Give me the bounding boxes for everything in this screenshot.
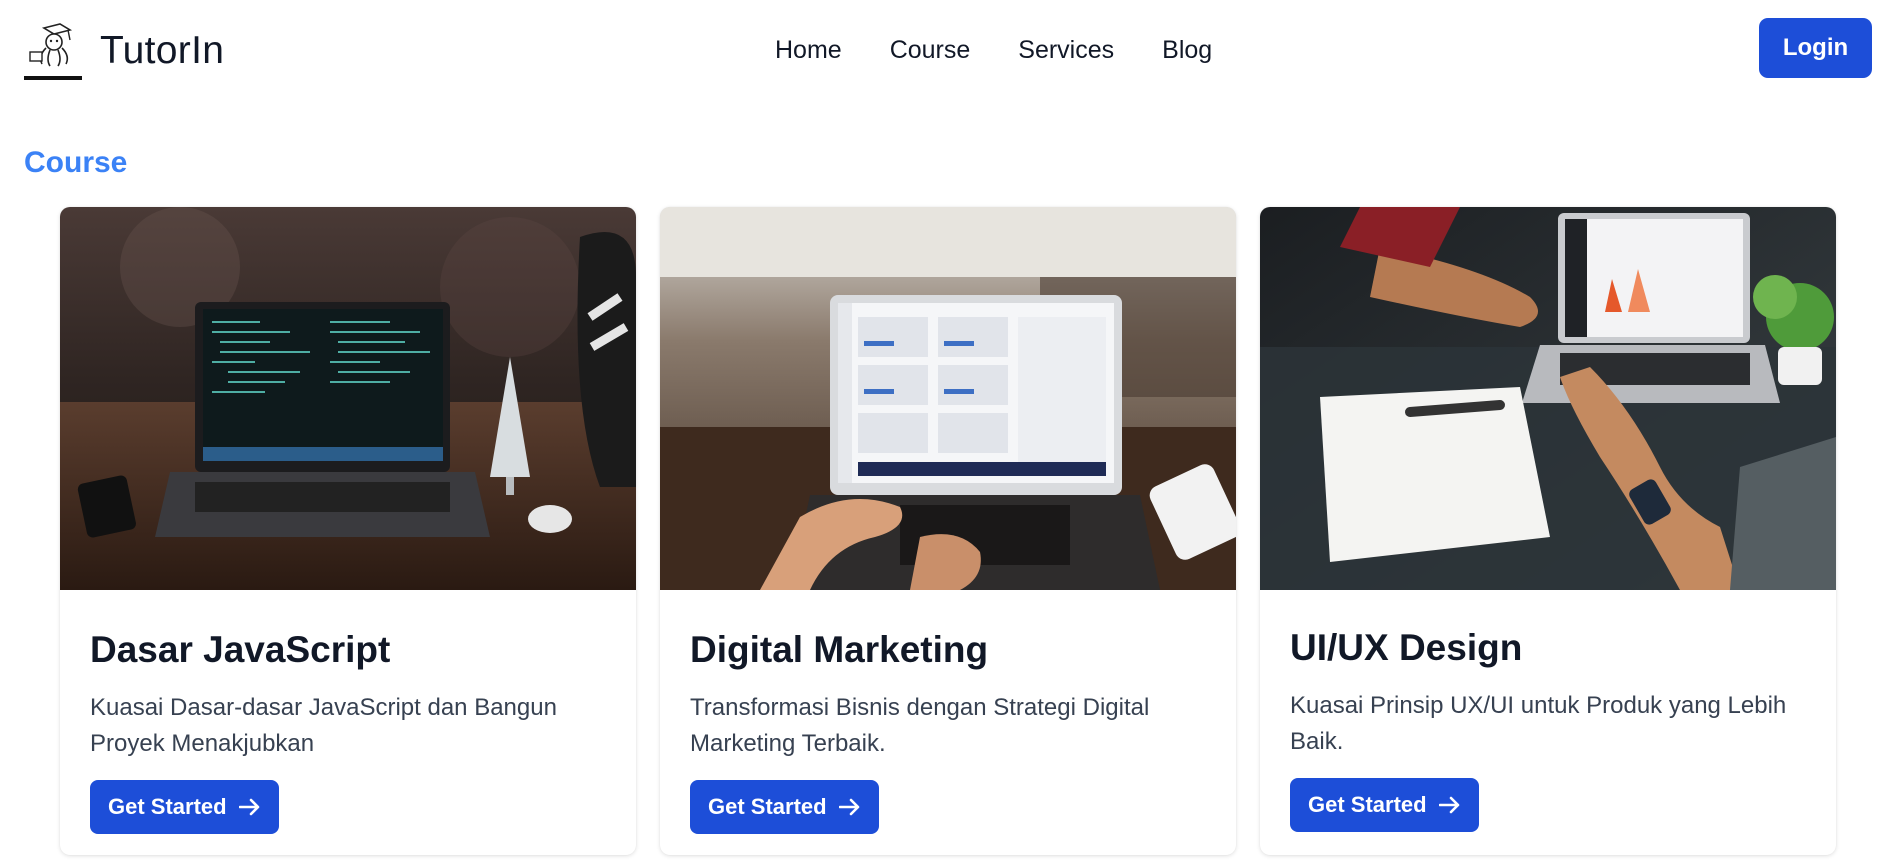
section-title: Course (24, 146, 128, 179)
navbar: TutorIn Home Course Services Blog Login (0, 0, 1891, 100)
nav-link-course[interactable]: Course (890, 30, 971, 71)
login-button[interactable]: Login (1759, 18, 1872, 78)
nav-link-blog[interactable]: Blog (1162, 30, 1212, 71)
course-title: Dasar JavaScript (90, 629, 391, 670)
brand-name: TutorIn (100, 29, 225, 72)
main-nav: Home Course Services Blog (775, 30, 1212, 71)
course-card-javascript: Dasar JavaScript Kuasai Dasar-dasar Java… (60, 207, 636, 855)
brand[interactable]: TutorIn (24, 22, 224, 80)
get-started-button[interactable]: Get Started (1290, 778, 1479, 833)
laptop-dashboard-photo (660, 207, 1236, 590)
nav-link-home[interactable]: Home (775, 30, 842, 71)
arrow-right-icon (238, 799, 259, 816)
get-started-button[interactable]: Get Started (90, 780, 279, 835)
course-list: Dasar JavaScript Kuasai Dasar-dasar Java… (60, 207, 1836, 855)
arrow-right-icon (838, 799, 859, 816)
course-card-uiux-design: UI/UX Design Kuasai Prinsip UX/UI untuk … (1260, 207, 1836, 855)
get-started-label: Get Started (1308, 792, 1427, 818)
course-title: Digital Marketing (690, 629, 989, 670)
laptop-design-photo (1260, 207, 1836, 590)
get-started-button[interactable]: Get Started (690, 780, 879, 835)
arrow-right-icon (1438, 797, 1459, 814)
course-description: Kuasai Dasar-dasar JavaScript dan Bangun… (90, 694, 557, 758)
nav-link-services[interactable]: Services (1018, 30, 1114, 71)
get-started-label: Get Started (108, 794, 227, 820)
graduation-mascot-icon (24, 23, 82, 80)
course-description: Kuasai Prinsip UX/UI untuk Produk yang L… (1290, 692, 1787, 756)
laptop-code-photo (60, 207, 636, 590)
course-description: Transformasi Bisnis dengan Strategi Digi… (690, 694, 1150, 758)
course-title: UI/UX Design (1290, 627, 1523, 668)
course-card-digital-marketing: Digital Marketing Transformasi Bisnis de… (660, 207, 1236, 855)
get-started-label: Get Started (708, 794, 827, 820)
